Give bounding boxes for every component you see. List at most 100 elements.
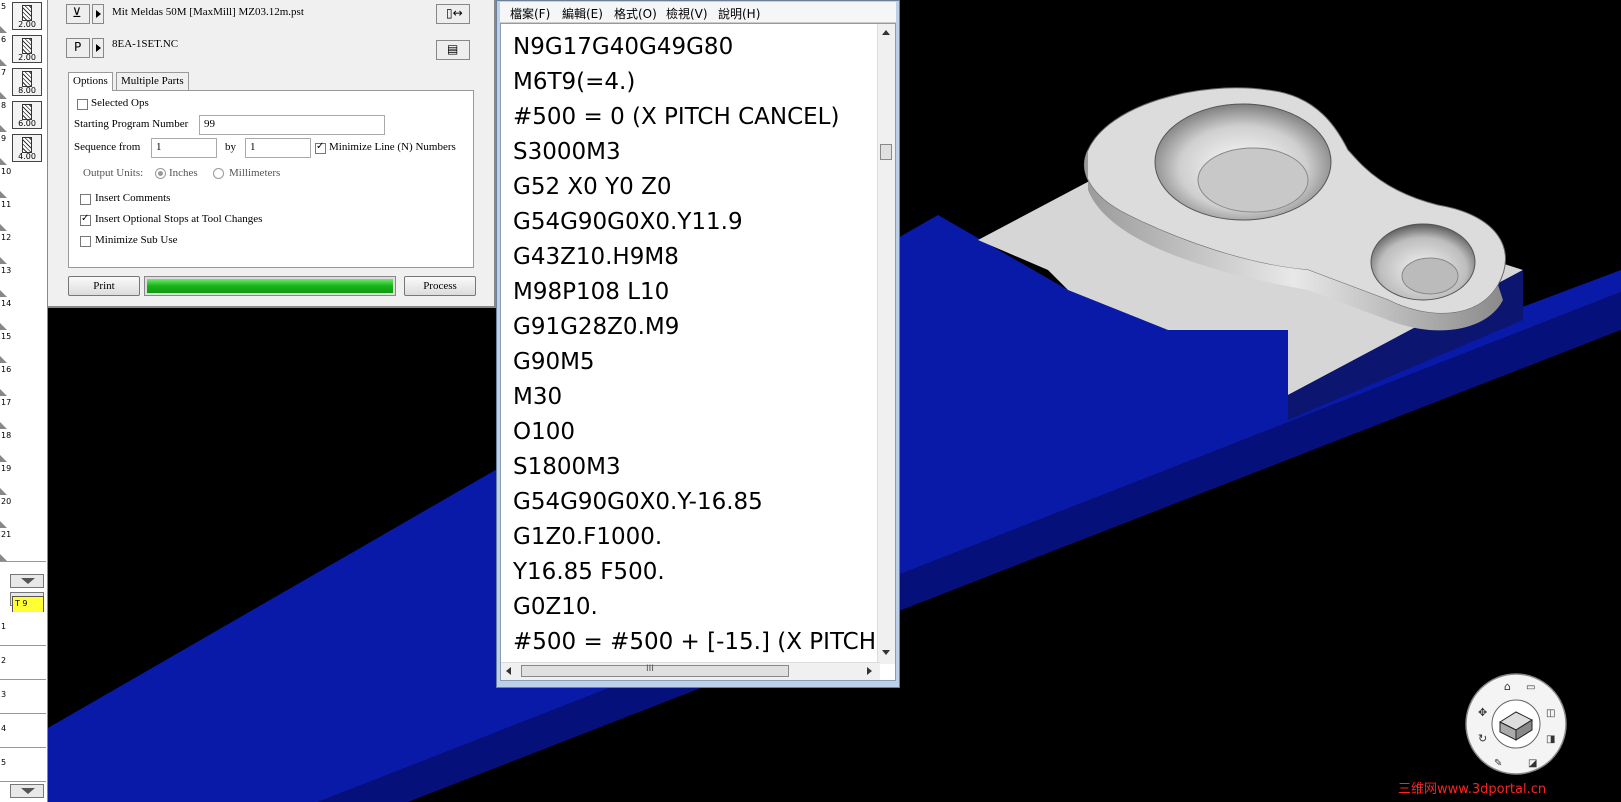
code-line: O100 — [513, 419, 576, 445]
svg-text:◨: ◨ — [1546, 734, 1555, 745]
operation-slot[interactable]: 1 — [0, 612, 46, 646]
tool-slot[interactable]: 8 6.00 — [0, 99, 46, 133]
tool-icon: 2.00 — [12, 2, 42, 30]
nc-file-name: 8EA-1SET.NC — [112, 38, 179, 50]
document-icon: ▤ — [447, 42, 459, 56]
post-select-button[interactable]: ⊻ — [66, 4, 90, 24]
minimize-line-checkbox[interactable] — [315, 141, 326, 154]
insert-optional-stops-checkbox[interactable] — [80, 213, 91, 226]
empty-tool-slot[interactable]: 10 — [0, 165, 46, 199]
empty-tool-slot[interactable]: 18 — [0, 429, 46, 463]
sequence-from-label: Sequence from — [74, 141, 141, 153]
tool-strip: 5 2.00 6 2.00 7 8.00 8 6.00 9 4.00 10 11 12 13 14 15 16 1… — [0, 0, 48, 802]
svg-text:▭: ▭ — [1526, 682, 1535, 693]
code-line: G54G90G0X0.Y-16.85 — [513, 489, 763, 515]
slot-number: 5 — [1, 758, 7, 767]
empty-tool-slot[interactable]: 14 — [0, 297, 46, 331]
empty-tool-slot[interactable]: 19 — [0, 462, 46, 496]
menu-file[interactable]: 檔案(F) — [510, 5, 550, 22]
menu-format[interactable]: 格式(O) — [614, 5, 657, 22]
empty-tool-slot[interactable]: 13 — [0, 264, 46, 298]
code-line: G91G28Z0.M9 — [513, 314, 680, 340]
empty-tool-slot[interactable]: 15 — [0, 330, 46, 364]
op-scroll-down-button[interactable] — [10, 784, 44, 798]
view-nc-button[interactable]: ▤ — [436, 40, 470, 60]
slot-number: 13 — [1, 266, 12, 275]
tool-icon: 4.00 — [12, 134, 42, 162]
svg-text:✎: ✎ — [1494, 758, 1502, 769]
text-editor[interactable]: N9G17G40G49G80 M6T9(=4.) #500 = 0 (X PITCH… — [500, 23, 896, 681]
slot-notch-icon — [0, 323, 7, 330]
empty-tool-slot[interactable]: 17 — [0, 396, 46, 430]
insert-comments-checkbox[interactable] — [80, 194, 91, 205]
unit-inches-radio[interactable] — [155, 168, 166, 179]
empty-tool-slot[interactable]: 21 — [0, 528, 46, 562]
notepad-window: 檔案(F) 編輯(E) 格式(O) 檢視(V) 說明(H) N9G17G40G4… — [496, 0, 900, 688]
print-button[interactable]: Print — [68, 276, 140, 296]
tool-diameter: 2.00 — [18, 20, 36, 29]
svg-text:↻: ↻ — [1478, 732, 1487, 745]
slot-notch-icon — [0, 26, 7, 33]
code-line: N9G17G40G49G80 — [513, 34, 734, 60]
operation-slot[interactable]: 5 — [0, 748, 46, 782]
output-units-label: Output Units: — [83, 167, 144, 179]
operation-slot[interactable]: 4 — [0, 714, 46, 748]
horizontal-scrollbar[interactable]: III — [501, 662, 880, 680]
process-button[interactable]: Process — [404, 276, 476, 296]
tool-slot[interactable]: 5 2.00 — [0, 0, 46, 34]
slot-number: 10 — [1, 167, 12, 176]
operation-slot[interactable]: 2 — [0, 646, 46, 680]
unit-millimeters-radio[interactable] — [213, 168, 224, 179]
slot-number: 6 — [1, 35, 7, 44]
sequence-by-field[interactable]: 1 — [245, 138, 311, 158]
view-navigation-widget[interactable]: ⌂ ▭ ✥ ◫ ↻ ◨ ✎ ◪ — [1464, 672, 1568, 776]
nc-file-button[interactable]: P — [66, 38, 90, 58]
tool-slot[interactable]: 6 2.00 — [0, 33, 46, 67]
slot-notch-icon — [0, 125, 7, 132]
slot-number: 7 — [1, 68, 7, 77]
starting-program-number-field[interactable]: 99 — [199, 115, 385, 135]
active-operation-label: T 9 — [15, 599, 28, 608]
code-line: Y16.85 F500. — [513, 559, 665, 585]
menu-edit[interactable]: 編輯(E) — [562, 5, 603, 22]
scroll-down-icon[interactable] — [882, 650, 890, 655]
drill-icon — [22, 5, 32, 21]
minimize-sub-use-checkbox[interactable] — [80, 236, 91, 247]
scroll-left-icon[interactable] — [506, 667, 511, 675]
unit-inches-label: Inches — [169, 167, 198, 179]
tool-diameter: 4.00 — [18, 152, 36, 161]
empty-tool-slot[interactable]: 12 — [0, 231, 46, 265]
scroll-right-icon[interactable] — [867, 667, 872, 675]
code-line: G0Z10. — [513, 594, 598, 620]
vertical-scroll-thumb[interactable] — [880, 144, 892, 160]
slot-number: 2 — [1, 656, 7, 665]
tool-slot[interactable]: 9 4.00 — [0, 132, 46, 166]
tool-slot[interactable]: 7 8.00 — [0, 66, 46, 100]
drill-icon — [22, 137, 32, 153]
menu-view[interactable]: 檢視(V) — [666, 5, 708, 22]
empty-tool-slot[interactable]: 16 — [0, 363, 46, 397]
edit-post-button[interactable]: ▯↔ — [436, 4, 470, 24]
tab-multiple-parts[interactable]: Multiple Parts — [116, 72, 189, 90]
arrow-down-icon — [21, 578, 35, 584]
sequence-from-field[interactable]: 1 — [151, 138, 217, 158]
tab-options[interactable]: Options — [68, 72, 113, 91]
slot-number: 15 — [1, 332, 12, 341]
operation-slot[interactable]: 3 — [0, 680, 46, 714]
edit-file-icon: ▯↔ — [446, 6, 463, 20]
tool-scroll-down-button[interactable] — [10, 574, 44, 588]
minimize-line-label: Minimize Line (N) Numbers — [329, 141, 456, 153]
svg-text:✥: ✥ — [1478, 706, 1487, 719]
selected-ops-label: Selected Ops — [91, 97, 149, 109]
menu-help[interactable]: 說明(H) — [718, 5, 760, 22]
vertical-scrollbar[interactable] — [877, 24, 895, 664]
horizontal-scroll-thumb[interactable]: III — [521, 664, 789, 677]
tool-icon: 6.00 — [12, 101, 42, 129]
scroll-up-icon[interactable] — [882, 30, 890, 35]
selected-ops-checkbox[interactable] — [77, 99, 88, 110]
post-dropdown-button[interactable] — [92, 4, 104, 24]
code-line: #500 = 0 (X PITCH CANCEL) — [513, 104, 840, 130]
empty-tool-slot[interactable]: 11 — [0, 198, 46, 232]
empty-tool-slot[interactable]: 20 — [0, 495, 46, 529]
nc-dropdown-button[interactable] — [92, 38, 104, 58]
